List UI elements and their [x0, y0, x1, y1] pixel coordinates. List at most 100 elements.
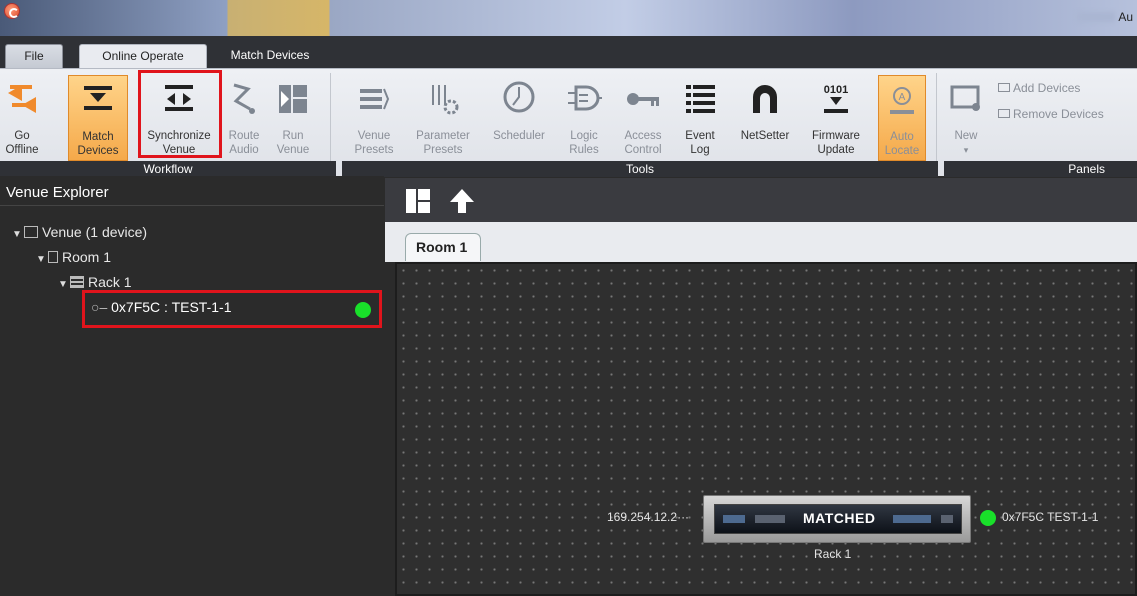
- run-venue-label-2: Venue: [276, 144, 310, 156]
- parameter-presets-label-2: Presets: [423, 144, 463, 156]
- auto-locate-label-1: Auto: [890, 131, 914, 143]
- run-venue-label-1: Run: [282, 130, 304, 142]
- add-devices-icon: [998, 83, 1010, 92]
- group-workflow: Workflow: [0, 161, 336, 177]
- venue-explorer-title: Venue Explorer: [0, 180, 384, 206]
- auto-locate-button[interactable]: A Auto Locate: [878, 75, 926, 161]
- add-devices-button[interactable]: Add Devices: [998, 81, 1080, 95]
- match-devices-button[interactable]: Match Devices: [68, 75, 128, 161]
- tab-match-devices[interactable]: Match Devices: [210, 44, 330, 68]
- matched-device-node[interactable]: MATCHED: [703, 495, 971, 543]
- room-label: Room 1: [62, 249, 112, 265]
- faceplate-detail: [893, 515, 931, 523]
- title-bar: Au: [0, 0, 1137, 36]
- rack-label: Rack 1: [88, 274, 132, 290]
- go-offline-icon: [8, 85, 36, 113]
- firmware-label-2: Update: [817, 144, 855, 156]
- go-offline-label-2: Offline: [5, 144, 39, 156]
- expand-icon[interactable]: ▼: [36, 250, 48, 270]
- tab-room-1[interactable]: Room 1: [405, 233, 481, 261]
- auto-locate-icon: A: [890, 87, 914, 114]
- venue-presets-icon: [360, 88, 390, 110]
- route-audio-icon: [233, 83, 255, 114]
- access-control-label-1: Access: [624, 130, 662, 142]
- svg-text:A: A: [899, 92, 906, 103]
- scheduler-button[interactable]: Scheduler: [490, 75, 548, 161]
- device-label: 0x7F5C : TEST-1-1: [111, 299, 232, 315]
- ribbon-separator: [330, 73, 331, 161]
- venue-icon: [24, 226, 38, 238]
- route-audio-label-2: Audio: [229, 144, 259, 156]
- canvas-toolbar: [385, 178, 1137, 222]
- match-devices-label-1: Match: [82, 131, 114, 143]
- netsetter-label-1: NetSetter: [740, 130, 790, 142]
- firmware-icon-text: 0101: [824, 84, 848, 96]
- firmware-update-button[interactable]: 0101 Firmware Update: [808, 75, 864, 161]
- key-icon: [627, 93, 659, 106]
- go-offline-label-1: Go: [14, 130, 30, 142]
- window-title: Au: [1118, 10, 1133, 24]
- new-label: New: [954, 130, 978, 142]
- expand-icon[interactable]: ▼: [12, 225, 24, 245]
- tree-item-room[interactable]: ▼ Room 1: [36, 247, 111, 267]
- match-devices-label-2: Devices: [77, 145, 119, 157]
- event-log-label-1: Event: [685, 130, 715, 142]
- route-audio-button[interactable]: Route Audio: [224, 75, 264, 161]
- new-dropdown-icon[interactable]: ▾: [944, 143, 988, 157]
- auto-locate-label-2: Locate: [884, 145, 920, 157]
- venue-presets-label-1: Venue: [357, 130, 391, 142]
- match-devices-icon: [84, 86, 112, 110]
- tab-online-operate[interactable]: Online Operate: [79, 44, 207, 68]
- access-control-label-2: Control: [624, 144, 662, 156]
- device-entry: ○– 0x7F5C : TEST-1-1: [91, 299, 231, 315]
- firmware-label-1: Firmware: [812, 130, 860, 142]
- logic-rules-label-2: Rules: [569, 144, 599, 156]
- expand-icon[interactable]: ▼: [58, 275, 70, 295]
- online-status-icon: [980, 510, 996, 526]
- access-control-button[interactable]: Access Control: [618, 75, 668, 161]
- remove-devices-button[interactable]: Remove Devices: [998, 107, 1104, 121]
- route-audio-label-1: Route: [228, 130, 260, 142]
- logic-rules-button[interactable]: Logic Rules: [562, 75, 606, 161]
- synchronize-venue-highlight: [138, 70, 222, 158]
- ribbon-tab-bar: File Online Operate Match Devices: [0, 36, 1137, 68]
- group-tools: Tools: [342, 161, 938, 177]
- remove-devices-icon: [998, 109, 1010, 118]
- parameter-presets-button[interactable]: Parameter Presets: [412, 75, 474, 161]
- event-log-icon: [686, 85, 715, 113]
- layout-icon[interactable]: [405, 188, 431, 214]
- ribbon-separator: [936, 73, 937, 161]
- faceplate-detail: [941, 515, 953, 523]
- tab-file[interactable]: File: [5, 44, 63, 68]
- venue-label: Venue (1 device): [42, 224, 148, 240]
- room-icon: [48, 251, 58, 263]
- title-blur: [1077, 12, 1115, 22]
- logic-rules-label-1: Logic: [570, 130, 598, 142]
- logic-rules-icon: [568, 85, 602, 111]
- event-log-button[interactable]: Event Log: [680, 75, 720, 161]
- matched-status-label: MATCHED: [803, 510, 876, 526]
- tree-item-venue[interactable]: ▼ Venue (1 device): [12, 222, 147, 242]
- faceplate-detail: [755, 515, 785, 523]
- canvas-device-label: 0x7F5C TEST-1-1: [1002, 510, 1099, 524]
- up-arrow-icon[interactable]: [449, 188, 475, 214]
- faceplate-detail: [723, 515, 745, 523]
- run-venue-icon: [279, 85, 307, 113]
- new-panel-button[interactable]: New ▾: [944, 75, 988, 161]
- venue-presets-button[interactable]: Venue Presets: [352, 75, 396, 161]
- tree-item-rack[interactable]: ▼ Rack 1: [58, 272, 132, 292]
- app-logo-icon[interactable]: [4, 3, 20, 19]
- scheduler-label-1: Scheduler: [493, 130, 545, 142]
- go-offline-button[interactable]: Go Offline: [4, 75, 40, 161]
- run-venue-button[interactable]: Run Venue: [270, 75, 316, 161]
- venue-presets-label-2: Presets: [354, 144, 394, 156]
- venue-canvas[interactable]: [395, 262, 1137, 596]
- netsetter-button[interactable]: NetSetter: [732, 75, 798, 161]
- rack-name-label: Rack 1: [814, 547, 852, 561]
- new-panel-icon: [950, 85, 980, 111]
- remove-devices-label: Remove Devices: [1013, 107, 1104, 121]
- tree-item-device[interactable]: ○– 0x7F5C : TEST-1-1: [82, 290, 382, 328]
- online-status-icon: [355, 302, 371, 318]
- device-faceplate: MATCHED: [714, 504, 962, 534]
- canvas-tab-strip: Room 1: [385, 222, 1137, 262]
